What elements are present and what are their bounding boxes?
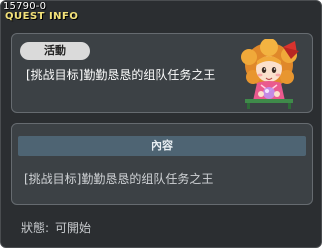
quest-info-window: 15790-0 QUEST INFO 活動 [挑战目标]勤勤恳恳的组队任务之王 (0, 0, 322, 248)
status-value: 可開始 (55, 221, 92, 235)
content-header: 內容 (18, 136, 306, 156)
npc-girl-portrait-icon (241, 39, 299, 109)
status-label: 狀態: (21, 221, 50, 235)
quest-content-panel: 內容 [挑战目标]勤勤恳恳的组队任务之王 (11, 123, 313, 205)
window-title: QUEST INFO (5, 11, 79, 22)
quest-description: [挑战目标]勤勤恳恳的组队任务之王 (24, 172, 214, 186)
quest-status: 狀態: 可開始 (21, 221, 91, 235)
category-badge: 活動 (20, 42, 90, 60)
quest-name: [挑战目标]勤勤恳恳的组队任务之王 (26, 68, 216, 82)
